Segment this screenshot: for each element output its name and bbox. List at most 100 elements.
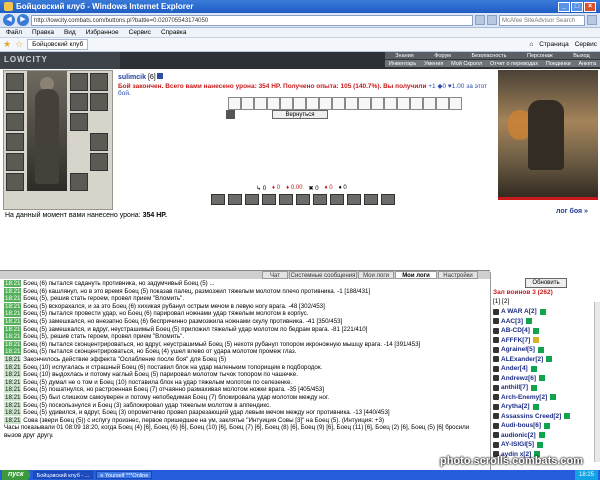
private-icon[interactable]	[493, 375, 499, 382]
info-icon[interactable]	[526, 318, 533, 325]
tool-icon[interactable]	[364, 194, 378, 205]
menu-skills[interactable]: Умения	[424, 60, 443, 67]
tool-icon[interactable]	[381, 194, 395, 205]
taskbar-item[interactable]: e Yourself ***Online	[96, 471, 153, 479]
private-icon[interactable]	[493, 346, 499, 353]
minimize-button[interactable]: _	[558, 1, 570, 12]
maximize-button[interactable]: □	[571, 1, 583, 12]
player-item[interactable]: A WAR A[2]	[493, 307, 593, 317]
info-icon[interactable]	[550, 394, 557, 401]
menu-transfers[interactable]: Отчет о переводах	[490, 60, 538, 67]
private-icon[interactable]	[493, 327, 499, 334]
tab-all-logs[interactable]: Мои логи	[358, 271, 394, 279]
info-icon[interactable]	[564, 413, 571, 420]
player-item[interactable]: Audi-bous[6]	[493, 421, 593, 431]
action-slot[interactable]	[423, 97, 436, 110]
url-field[interactable]: http://lowcity.combats.com/buttons.pl?ba…	[31, 14, 473, 26]
taskbar-item[interactable]: Бойцовский клуб - ...	[32, 471, 94, 479]
favorites-star-icon[interactable]: ★	[3, 39, 11, 50]
info-icon[interactable]	[539, 308, 546, 315]
player-item[interactable]: AB-CD[4]	[493, 326, 593, 336]
player-item[interactable]: ALExander[2]	[493, 355, 593, 365]
private-icon[interactable]	[493, 337, 499, 344]
action-slot[interactable]	[449, 97, 462, 110]
menu-profile[interactable]: Анкета	[578, 60, 596, 67]
room-pages[interactable]: [1] [2]	[493, 298, 509, 305]
action-slot[interactable]	[410, 97, 423, 110]
menu-knowledge[interactable]: Знания	[395, 52, 414, 59]
tool-icon[interactable]	[228, 194, 242, 205]
action-slot[interactable]	[358, 97, 371, 110]
tool-icon[interactable]	[211, 194, 225, 205]
menu-scroll[interactable]: Мой Скролл	[451, 60, 482, 67]
gift-icon[interactable]	[226, 110, 235, 119]
pants-slot[interactable]	[90, 133, 108, 151]
boots-slot[interactable]	[90, 153, 108, 171]
action-slot[interactable]	[267, 97, 280, 110]
back-nav-button[interactable]: ◀	[3, 14, 15, 26]
private-icon[interactable]	[493, 422, 499, 429]
menu-help[interactable]: Справка	[161, 28, 187, 37]
info-icon[interactable]	[531, 384, 538, 391]
gloves-slot[interactable]	[6, 173, 24, 191]
player-item[interactable]: AAC[3]	[493, 317, 593, 327]
info-icon[interactable]	[533, 337, 540, 344]
menu-inventory[interactable]: Инвентарь	[389, 60, 416, 67]
player-item[interactable]: AY-ISIGI[5]	[493, 440, 593, 450]
add-favorites-icon[interactable]: ☆	[15, 39, 23, 50]
player-item[interactable]: AFFFK[7]	[493, 336, 593, 346]
action-slot[interactable]	[319, 97, 332, 110]
action-slot[interactable]	[228, 97, 241, 110]
back-button[interactable]: Вернуться	[272, 110, 328, 119]
tab-settings[interactable]: Настройки	[438, 271, 478, 279]
player-item[interactable]: Andrewz[6]	[493, 374, 593, 384]
private-icon[interactable]	[493, 432, 499, 439]
ring3-slot[interactable]	[90, 93, 108, 111]
player-item[interactable]: audionic[2]	[493, 431, 593, 441]
tab-my-logs[interactable]: Мои логи	[395, 271, 437, 279]
private-icon[interactable]	[493, 394, 499, 401]
info-icon[interactable]	[538, 432, 545, 439]
tool-icon[interactable]	[279, 194, 293, 205]
armor-slot[interactable]	[6, 133, 24, 151]
search-input[interactable]: McAfee SiteAdvisor Search	[499, 14, 585, 26]
private-icon[interactable]	[493, 318, 499, 325]
forward-nav-button[interactable]: ▶	[17, 14, 29, 26]
menu-file[interactable]: Файл	[6, 28, 22, 37]
player-item[interactable]: Assassins Creed[2]	[493, 412, 593, 422]
stop-icon[interactable]	[487, 15, 497, 25]
tab-chat[interactable]: Чат	[262, 271, 288, 279]
helmet-slot[interactable]	[6, 73, 24, 91]
menu-duels[interactable]: Поединки	[546, 60, 571, 67]
ring2-slot[interactable]	[70, 93, 88, 111]
action-slot[interactable]	[371, 97, 384, 110]
private-icon[interactable]	[493, 441, 499, 448]
tool-icon[interactable]	[347, 194, 361, 205]
private-icon[interactable]	[493, 356, 499, 363]
tool-icon[interactable]	[296, 194, 310, 205]
info-icon[interactable]	[546, 356, 553, 363]
misc-slot[interactable]	[70, 173, 88, 191]
player-list-scrollbar[interactable]	[594, 302, 600, 462]
action-slot[interactable]	[397, 97, 410, 110]
battle-log-link[interactable]: лог боя »	[556, 208, 588, 215]
info-icon[interactable]	[532, 327, 539, 334]
info-icon[interactable]	[539, 375, 546, 382]
tool-icon[interactable]	[245, 194, 259, 205]
shield-slot[interactable]	[70, 113, 88, 131]
info-icon[interactable]	[530, 365, 537, 372]
page-menu[interactable]: Страница	[539, 41, 568, 48]
private-icon[interactable]	[493, 308, 499, 315]
home-icon[interactable]: ⌂	[529, 41, 533, 48]
player-item[interactable]: Arytha[2]	[493, 402, 593, 412]
action-slot[interactable]	[436, 97, 449, 110]
action-slot[interactable]	[306, 97, 319, 110]
info-icon[interactable]	[537, 346, 544, 353]
belt-slot[interactable]	[6, 153, 24, 171]
action-slot[interactable]	[345, 97, 358, 110]
player-item[interactable]: anthill[7]	[493, 383, 593, 393]
action-slot[interactable]	[241, 97, 254, 110]
tool-icon[interactable]	[330, 194, 344, 205]
info-icon[interactable]	[537, 441, 543, 448]
player-item[interactable]: Arch-Enemy[2]	[493, 393, 593, 403]
